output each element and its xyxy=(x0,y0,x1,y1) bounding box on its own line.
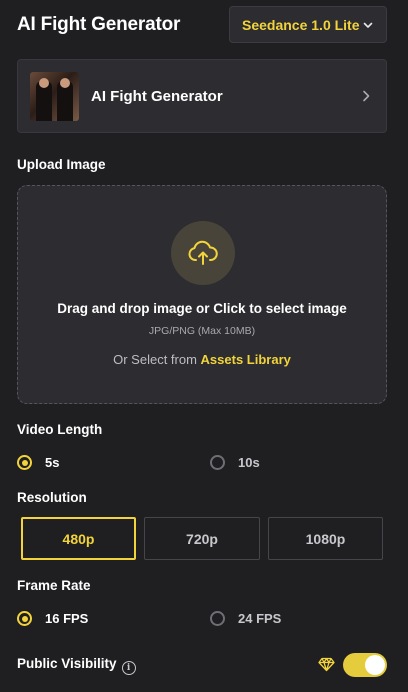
upload-file-hint: JPG/PNG (Max 10MB) xyxy=(148,325,256,337)
video-length-option-10s[interactable]: 10s xyxy=(210,455,260,470)
upload-icon-circle xyxy=(171,221,235,285)
radio-selected-icon xyxy=(17,611,32,626)
upload-image-label: Upload Image xyxy=(17,157,106,172)
chevron-down-icon xyxy=(363,22,373,28)
upload-instructions: Drag and drop image or Click to select i… xyxy=(57,301,347,316)
frame-rate-option-label: 24 FPS xyxy=(238,611,282,626)
public-visibility-row: Public Visibility i xyxy=(17,656,136,675)
resolution-option-720p[interactable]: 720p xyxy=(144,517,260,560)
diamond-premium-icon xyxy=(318,657,335,672)
model-select-dropdown[interactable]: Seedance 1.0 Lite xyxy=(229,6,387,43)
video-length-option-label: 5s xyxy=(45,455,60,470)
public-visibility-label: Public Visibility xyxy=(17,656,117,671)
frame-rate-label: Frame Rate xyxy=(17,578,91,593)
radio-selected-icon xyxy=(17,455,32,470)
frame-rate-option-label: 16 FPS xyxy=(45,611,89,626)
page-title: AI Fight Generator xyxy=(17,14,181,35)
template-name: AI Fight Generator xyxy=(91,87,223,105)
upload-dropzone[interactable]: Drag and drop image or Click to select i… xyxy=(17,185,387,404)
frame-rate-option-24fps[interactable]: 24 FPS xyxy=(210,611,281,626)
template-card[interactable]: AI Fight Generator xyxy=(17,59,387,133)
resolution-option-480p[interactable]: 480p xyxy=(21,517,136,560)
video-length-label: Video Length xyxy=(17,422,103,437)
public-visibility-toggle[interactable] xyxy=(343,653,387,677)
assets-prefix: Or Select from xyxy=(113,352,197,367)
assets-line: Or Select from Assets Library xyxy=(18,352,386,367)
frame-rate-option-16fps[interactable]: 16 FPS xyxy=(17,611,88,626)
assets-library-link[interactable]: Assets Library xyxy=(201,352,291,367)
template-thumbnail xyxy=(30,71,79,121)
cloud-upload-icon xyxy=(188,240,218,265)
radio-unselected-icon xyxy=(210,611,225,626)
resolution-label: Resolution xyxy=(17,490,87,505)
model-select-label: Seedance 1.0 Lite xyxy=(242,16,360,33)
video-length-option-label: 10s xyxy=(238,455,260,470)
radio-unselected-icon xyxy=(210,455,225,470)
chevron-right-icon xyxy=(363,90,370,102)
video-length-option-5s[interactable]: 5s xyxy=(17,455,59,470)
info-icon[interactable]: i xyxy=(121,661,136,675)
resolution-option-1080p[interactable]: 1080p xyxy=(268,517,383,560)
